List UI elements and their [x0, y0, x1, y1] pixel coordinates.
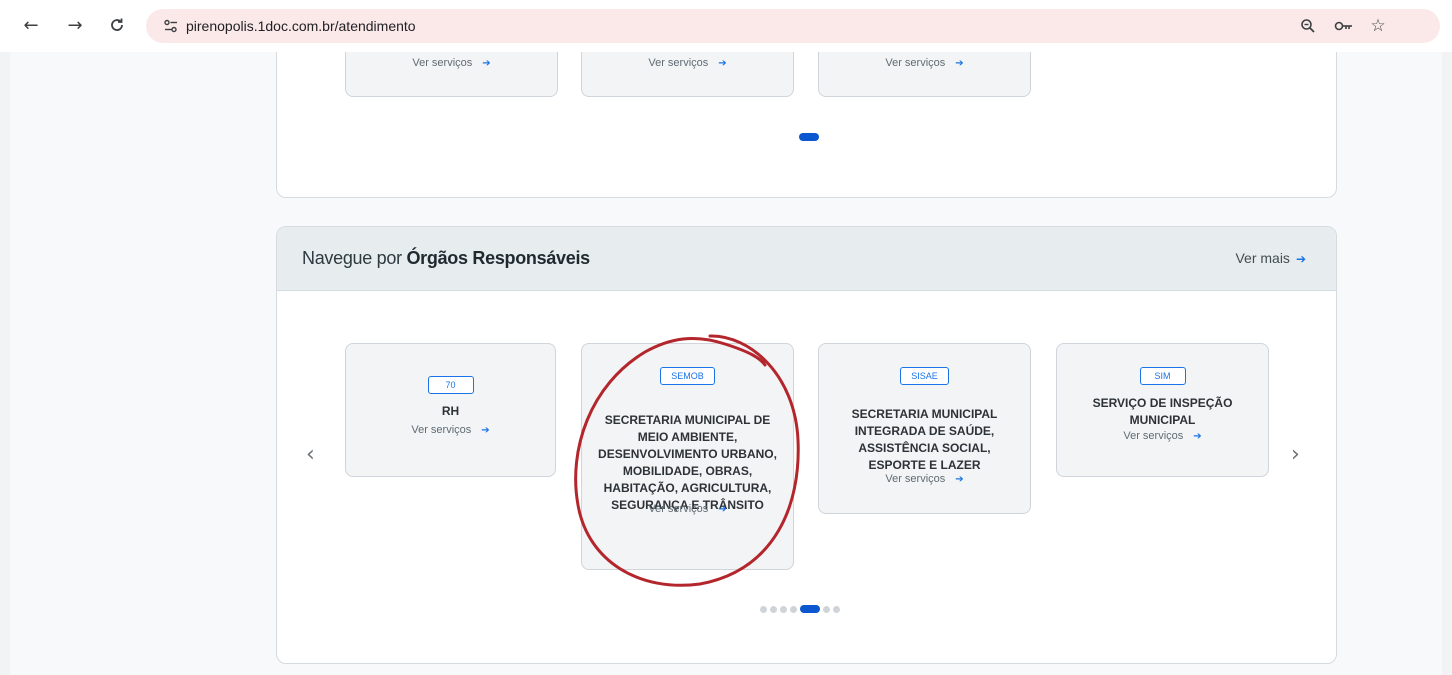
- carousel-dot[interactable]: [833, 606, 840, 613]
- carousel-dot-active[interactable]: [799, 133, 819, 141]
- org-card[interactable]: 70 RH Ver serviços ➔: [345, 343, 556, 477]
- carousel-dot[interactable]: [823, 606, 830, 613]
- see-more-link[interactable]: Ver mais ➔: [1235, 250, 1306, 266]
- org-card[interactable]: SEMOB SECRETARIA MUNICIPAL DE MEIO AMBIE…: [581, 343, 794, 570]
- org-name: RH: [441, 404, 460, 418]
- carousel-dot[interactable]: [760, 606, 767, 613]
- panel-header: Navegue por Órgãos Responsáveis Ver mais…: [277, 227, 1336, 291]
- star-icon[interactable]: ☆: [1368, 16, 1388, 36]
- org-name: SERVIÇO DE INSPEÇÃO MUNICIPAL: [1092, 396, 1233, 427]
- zoom-icon[interactable]: [1298, 16, 1318, 36]
- panel-title-prefix: Navegue por: [302, 248, 407, 268]
- see-services-link[interactable]: Ver serviços ➔: [582, 57, 793, 69]
- org-badge: SEMOB: [660, 367, 715, 385]
- carousel-dot[interactable]: [770, 606, 777, 613]
- url-text[interactable]: pirenopolis.1doc.com.br/atendimento: [186, 18, 416, 34]
- see-services-label: Ver serviços: [648, 57, 709, 69]
- reload-icon[interactable]: [106, 14, 128, 36]
- carousel-dot[interactable]: [780, 606, 787, 613]
- tune-icon[interactable]: [163, 18, 179, 34]
- see-services-label: Ver serviços: [411, 424, 472, 436]
- carousel-dot[interactable]: [790, 606, 797, 613]
- chevron-right-icon[interactable]: ›: [1291, 442, 1300, 467]
- badge-wrap: SEMOB: [582, 366, 793, 385]
- arrow-right-icon: ➔: [955, 58, 964, 69]
- chevron-left-icon[interactable]: ‹: [306, 442, 315, 467]
- panel-title-bold: Órgãos Responsáveis: [406, 248, 590, 268]
- service-card[interactable]: Ver serviços ➔: [581, 52, 794, 97]
- badge-wrap: 70: [346, 375, 555, 394]
- org-card[interactable]: SISAE SECRETARIA MUNICIPAL INTEGRADA DE …: [818, 343, 1031, 514]
- see-services-link[interactable]: Ver serviços ➔: [1057, 430, 1268, 442]
- org-name: SECRETARIA MUNICIPAL DE MEIO AMBIENTE, D…: [598, 413, 777, 512]
- arrow-right-icon: ➔: [482, 58, 491, 69]
- see-services-label: Ver serviços: [885, 57, 946, 69]
- arrow-right-icon: ➔: [1295, 252, 1306, 266]
- panel-title: Navegue por Órgãos Responsáveis: [302, 248, 590, 269]
- badge-wrap: SISAE: [819, 366, 1030, 385]
- org-card[interactable]: SIM SERVIÇO DE INSPEÇÃO MUNICIPAL Ver se…: [1056, 343, 1269, 477]
- arrow-right-icon: ➔: [718, 504, 727, 515]
- key-icon[interactable]: [1334, 16, 1354, 36]
- arrow-right-icon: ➔: [718, 58, 727, 69]
- arrow-right-icon: ➔: [481, 425, 490, 436]
- see-services-link[interactable]: Ver serviços ➔: [819, 473, 1030, 485]
- arrow-right-icon: ➔: [955, 474, 964, 485]
- forward-icon[interactable]: →: [64, 14, 86, 36]
- see-more-label: Ver mais: [1235, 250, 1290, 266]
- service-card[interactable]: Ver serviços ➔: [818, 52, 1031, 97]
- see-services-label: Ver serviços: [648, 503, 709, 515]
- org-badge: SISAE: [900, 367, 949, 385]
- address-bar[interactable]: pirenopolis.1doc.com.br/atendimento ☆: [146, 9, 1440, 43]
- page-viewport: Ver serviços ➔ Ver serviços ➔ Ver serviços…: [0, 52, 1452, 675]
- service-card[interactable]: Ver serviços ➔: [345, 52, 558, 97]
- carousel-dot-active[interactable]: [800, 605, 820, 613]
- org-badge: SIM: [1139, 367, 1186, 385]
- org-badge: 70: [427, 376, 474, 394]
- see-services-link[interactable]: Ver serviços ➔: [346, 424, 555, 436]
- badge-wrap: SIM: [1057, 366, 1268, 385]
- org-name: SECRETARIA MUNICIPAL INTEGRADA DE SAÚDE,…: [851, 407, 998, 472]
- arrow-right-icon: ➔: [1193, 431, 1202, 442]
- see-services-link[interactable]: Ver serviços ➔: [346, 57, 557, 69]
- browser-toolbar: ← → pirenopolis.1doc.com.br/atendimento …: [0, 0, 1452, 52]
- see-services-label: Ver serviços: [1123, 430, 1184, 442]
- see-services-label: Ver serviços: [885, 473, 946, 485]
- see-services-link[interactable]: Ver serviços ➔: [819, 57, 1030, 69]
- see-services-label: Ver serviços: [412, 57, 473, 69]
- back-icon[interactable]: ←: [20, 14, 42, 36]
